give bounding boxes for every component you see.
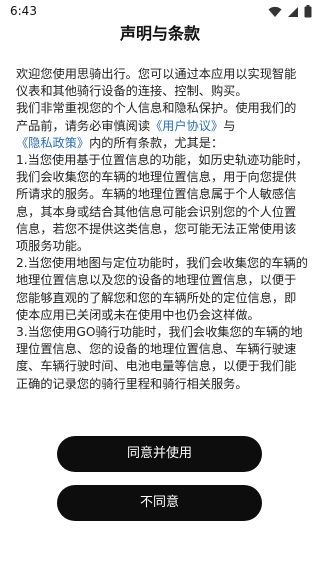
signal-icon xyxy=(287,6,299,18)
user-agreement-link[interactable]: 《用户协议》 xyxy=(150,119,223,133)
status-time: 6:43 xyxy=(10,4,37,18)
terms-item-2: 2.当您使用地图与定位功能时，我们会收集您的车辆的地理位置信息以及您的设备的地理… xyxy=(16,256,308,322)
disagree-button[interactable]: 不同意 xyxy=(57,485,262,521)
privacy-text-and: 与 xyxy=(223,118,236,133)
terms-content[interactable]: 欢迎您使用思骑出行。您可以通过本应用以实现智能仪表和其他骑行设备的连接、控制、购… xyxy=(16,66,308,426)
agree-button[interactable]: 同意并使用 xyxy=(57,436,262,472)
terms-item-3: 3.当您使用GO骑行功能时，我们会收集您的车辆的地理位置信息、您的设备的地理位置… xyxy=(16,325,303,391)
wifi-icon xyxy=(268,6,282,18)
page-title: 声明与条款 xyxy=(119,24,200,43)
privacy-text-after: 内的所有条款，尤其是： xyxy=(89,135,224,150)
privacy-policy-link[interactable]: 《隐私政策》 xyxy=(16,136,89,150)
privacy-paragraph: 我们非常重视您的个人信息和隐私保护。使用我们的产品前，请务必审慎阅读《用户协议》… xyxy=(16,100,308,152)
status-icons xyxy=(268,5,312,18)
intro-paragraph: 欢迎您使用思骑出行。您可以通过本应用以实现智能仪表和其他骑行设备的连接、控制、购… xyxy=(16,67,297,99)
terms-item-1: 1.当您使用基于位置信息的功能，如历史轨迹功能时，我们会收集您的车辆的地理位置信… xyxy=(16,153,308,254)
battery-icon xyxy=(304,5,312,18)
